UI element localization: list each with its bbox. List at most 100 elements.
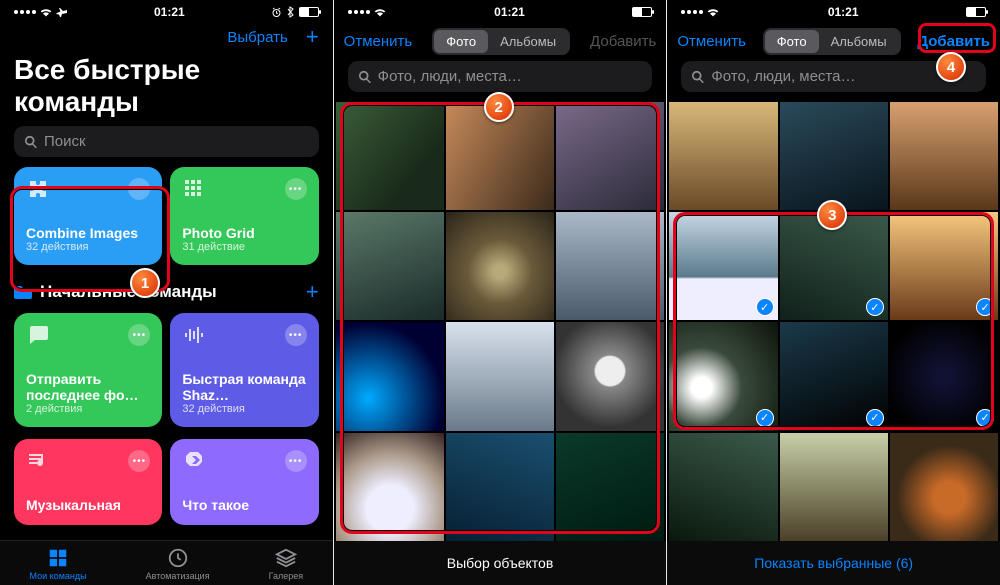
bluetooth-icon xyxy=(287,6,294,18)
photo-grid: ✓ ✓ ✓ ✓ ✓ ✓ xyxy=(667,102,1000,541)
status-time: 01:21 xyxy=(154,5,185,19)
photo-thumbnail[interactable] xyxy=(446,212,554,320)
battery-icon xyxy=(632,7,652,17)
waveform-icon xyxy=(182,323,206,347)
chat-icon xyxy=(26,323,50,347)
shortcuts-icon xyxy=(182,449,206,473)
status-time: 01:21 xyxy=(828,5,859,19)
screen-photo-picker-selected: 01:21 Отменить Фото Альбомы Добавить Фот… xyxy=(667,0,1000,585)
segmented-control[interactable]: Фото Альбомы xyxy=(432,28,570,55)
add-starter-button[interactable]: + xyxy=(306,279,319,305)
photo-thumbnail[interactable] xyxy=(336,212,444,320)
add-shortcut-button[interactable]: + xyxy=(306,26,319,48)
cancel-button[interactable]: Отменить xyxy=(677,33,746,50)
tab-label: Мои команды xyxy=(30,571,87,581)
screen-photo-picker: 01:21 Отменить Фото Альбомы Добавить Фот… xyxy=(334,0,667,585)
card-more-button[interactable]: ••• xyxy=(128,324,150,346)
wifi-icon xyxy=(706,7,720,17)
shortcut-card-music[interactable]: ••• Музыкальная xyxy=(14,439,162,525)
card-title: Что такое xyxy=(182,497,306,513)
search-placeholder: Поиск xyxy=(44,133,86,150)
photo-thumbnail[interactable] xyxy=(890,433,998,541)
photo-thumbnail[interactable] xyxy=(556,212,664,320)
seg-albums[interactable]: Альбомы xyxy=(819,30,899,53)
search-input[interactable]: Поиск xyxy=(14,126,319,157)
photo-thumbnail[interactable] xyxy=(446,433,554,541)
card-title: Отправить последнее фо… xyxy=(26,371,150,403)
photo-thumbnail-selected[interactable]: ✓ xyxy=(780,212,888,320)
photo-thumbnail[interactable] xyxy=(669,433,777,541)
photo-thumbnail[interactable] xyxy=(336,433,444,541)
airplane-icon xyxy=(56,6,68,18)
picker-footer: Выбор объектов xyxy=(334,541,667,585)
tiles-icon xyxy=(47,547,69,569)
shortcut-card-shazam[interactable]: ••• Быстрая команда Shaz… 32 действия xyxy=(170,313,318,427)
picker-header: Отменить Фото Альбомы Добавить xyxy=(334,22,667,61)
photo-grid xyxy=(334,102,667,541)
photo-thumbnail-selected[interactable]: ✓ xyxy=(669,212,777,320)
show-selected-button[interactable]: Показать выбранные (6) xyxy=(667,541,1000,585)
photo-thumbnail-selected[interactable]: ✓ xyxy=(890,212,998,320)
photo-thumbnail[interactable] xyxy=(556,433,664,541)
check-icon: ✓ xyxy=(756,409,774,427)
music-list-icon xyxy=(26,449,50,473)
status-bar: 01:21 xyxy=(334,0,667,22)
tab-gallery[interactable]: Галерея xyxy=(269,547,304,581)
search-icon xyxy=(358,70,372,84)
footer-label: Выбор объектов xyxy=(447,555,554,571)
section-header-starter: Начальные команды + xyxy=(0,277,333,313)
photo-thumbnail[interactable] xyxy=(669,102,777,210)
screen-shortcuts: 01:21 Выбрать + Все быстрые команды Поис… xyxy=(0,0,333,585)
shortcut-card-send-last-photo[interactable]: ••• Отправить последнее фо… 2 действия xyxy=(14,313,162,427)
photo-thumbnail-selected[interactable]: ✓ xyxy=(669,322,777,430)
shortcut-card-whatis[interactable]: ••• Что такое xyxy=(170,439,318,525)
card-subtitle: 32 действия xyxy=(26,241,150,253)
battery-icon xyxy=(299,7,319,17)
picker-search-input[interactable]: Фото, люди, места… xyxy=(348,61,653,92)
photo-thumbnail[interactable] xyxy=(780,433,888,541)
seg-photos[interactable]: Фото xyxy=(434,30,488,53)
select-button[interactable]: Выбрать xyxy=(227,29,287,46)
grid-icon xyxy=(182,177,206,201)
alarm-icon xyxy=(271,7,282,18)
tab-label: Автоматизация xyxy=(146,571,210,581)
photo-thumbnail[interactable] xyxy=(446,102,554,210)
status-time: 01:21 xyxy=(494,5,525,19)
segmented-control[interactable]: Фото Альбомы xyxy=(763,28,901,55)
photo-thumbnail[interactable] xyxy=(556,102,664,210)
photo-thumbnail[interactable] xyxy=(336,102,444,210)
tab-automation[interactable]: Автоматизация xyxy=(146,547,210,581)
seg-albums[interactable]: Альбомы xyxy=(488,30,568,53)
card-more-button[interactable]: ••• xyxy=(128,450,150,472)
photo-thumbnail[interactable] xyxy=(780,102,888,210)
picker-search-input[interactable]: Фото, люди, места… xyxy=(681,61,986,92)
photo-thumbnail[interactable] xyxy=(890,102,998,210)
shortcut-card-photo-grid[interactable]: ••• Photo Grid 31 действие xyxy=(170,167,318,265)
signal-icon xyxy=(348,10,370,14)
search-icon xyxy=(24,135,38,149)
tab-my-shortcuts[interactable]: Мои команды xyxy=(30,547,87,581)
photo-thumbnail-selected[interactable]: ✓ xyxy=(780,322,888,430)
battery-icon xyxy=(966,7,986,17)
cancel-button[interactable]: Отменить xyxy=(344,33,413,50)
check-icon: ✓ xyxy=(866,409,884,427)
shortcut-card-combine-images[interactable]: ••• Combine Images 32 действия xyxy=(14,167,162,265)
wifi-icon xyxy=(373,7,387,17)
card-more-button[interactable]: ••• xyxy=(128,178,150,200)
card-more-button[interactable]: ••• xyxy=(285,324,307,346)
photo-thumbnail[interactable] xyxy=(336,322,444,430)
footer-label: Показать выбранные (6) xyxy=(754,555,913,571)
status-bar: 01:21 xyxy=(667,0,1000,22)
signal-icon xyxy=(681,10,703,14)
card-more-button[interactable]: ••• xyxy=(285,178,307,200)
picker-header: Отменить Фото Альбомы Добавить xyxy=(667,22,1000,61)
photo-thumbnail[interactable] xyxy=(556,322,664,430)
photo-thumbnail[interactable] xyxy=(446,322,554,430)
photo-thumbnail-selected[interactable]: ✓ xyxy=(890,322,998,430)
page-title: Все быстрые команды xyxy=(0,54,333,126)
folder-icon xyxy=(14,284,32,300)
card-more-button[interactable]: ••• xyxy=(285,450,307,472)
add-button[interactable]: Добавить xyxy=(917,33,990,50)
seg-photos[interactable]: Фото xyxy=(765,30,819,53)
status-bar: 01:21 xyxy=(0,0,333,22)
